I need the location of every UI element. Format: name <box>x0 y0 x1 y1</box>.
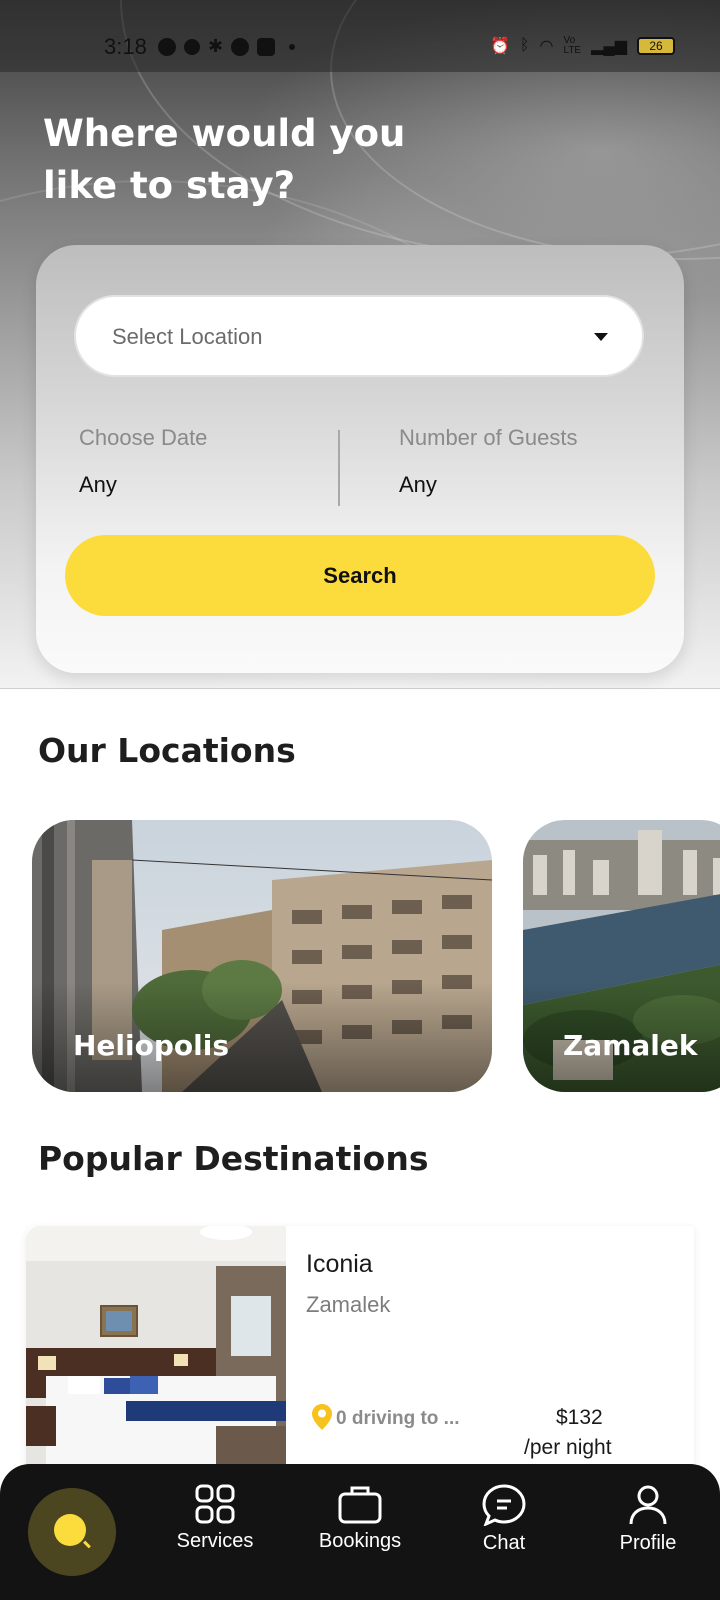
destination-price: $132 <box>556 1406 603 1429</box>
nav-label: Profile <box>619 1532 677 1554</box>
hero-divider <box>0 688 720 689</box>
location-card-heliopolis[interactable]: Heliopolis <box>32 820 492 1092</box>
message-icon <box>184 38 200 55</box>
date-value: Any <box>79 472 117 497</box>
nav-profile[interactable]: Profile <box>593 1484 703 1584</box>
nav-label: Chat <box>482 1532 526 1554</box>
battery-icon: 26 <box>637 37 676 55</box>
system-icons: ⏰ ᛒ ◠ Vo LTE ▂▄▆ 26 <box>490 35 676 56</box>
destination-name: Iconia <box>306 1250 373 1278</box>
location-placeholder: Select Location <box>112 324 263 349</box>
slack-icon: ✱ <box>208 36 224 56</box>
destination-distance: 0 driving to ... <box>336 1408 460 1429</box>
status-bar: 3:18 ✱ ⏰ ᛒ ◠ Vo LTE ▂▄▆ 26 <box>0 0 720 72</box>
briefcase-icon <box>338 1486 382 1524</box>
nav-chat[interactable]: Chat <box>449 1484 559 1584</box>
search-card: Select Location Choose Date Any Number o… <box>36 245 684 673</box>
bottom-navigation: Services Bookings Chat Profile <box>0 1464 720 1600</box>
signal-icon: ▂▄▆ <box>591 38 628 55</box>
status-time: 3:18 <box>104 34 147 59</box>
guests-value: Any <box>399 472 437 497</box>
alarm-icon: ⏰ <box>490 38 510 55</box>
guests-picker[interactable]: Number of Guests Any <box>396 420 646 510</box>
destination-card[interactable]: Iconia Zamalek 0 driving to ... $132 /pe… <box>26 1226 694 1466</box>
chat-bubble-icon <box>482 1484 526 1526</box>
location-card-zamalek[interactable]: Zamalek <box>523 820 720 1092</box>
nav-search-button[interactable] <box>28 1488 116 1576</box>
destination-photo <box>26 1226 286 1466</box>
location-name: Heliopolis <box>73 1029 229 1062</box>
bluetooth-icon: ᛒ <box>519 37 530 54</box>
date-label: Choose Date <box>79 425 208 450</box>
nav-bookings[interactable]: Bookings <box>305 1484 415 1584</box>
notification-icons: ✱ <box>158 36 296 57</box>
nav-label: Bookings <box>318 1530 402 1552</box>
location-select[interactable]: Select Location <box>74 295 644 377</box>
location-pin-icon <box>312 1404 332 1430</box>
whatsapp-icon <box>158 37 176 56</box>
search-button[interactable]: Search <box>65 535 655 616</box>
caret-down-icon <box>594 333 608 341</box>
field-divider <box>338 430 340 506</box>
page-title: Where would you like to stay? <box>43 112 406 207</box>
search-icon-handle <box>83 1540 91 1549</box>
wifi-icon: ◠ <box>539 38 554 55</box>
app-notification-icon <box>257 37 276 56</box>
phone-icon <box>231 37 250 56</box>
destination-price-unit: /per night <box>524 1436 612 1459</box>
nav-label: Services <box>176 1530 254 1552</box>
nav-services[interactable]: Services <box>160 1484 270 1584</box>
our-locations-title: Our Locations <box>38 731 296 770</box>
guests-label: Number of Guests <box>399 425 578 450</box>
date-picker[interactable]: Choose Date Any <box>74 420 324 510</box>
popular-destinations-title: Popular Destinations <box>38 1139 429 1178</box>
grid-icon <box>195 1484 235 1524</box>
search-icon <box>54 1514 86 1546</box>
person-icon <box>629 1485 667 1525</box>
volte-icon: Vo LTE <box>563 35 582 56</box>
location-name: Zamalek <box>563 1029 698 1062</box>
destination-area: Zamalek <box>306 1292 391 1317</box>
more-notifications-icon <box>289 43 296 50</box>
